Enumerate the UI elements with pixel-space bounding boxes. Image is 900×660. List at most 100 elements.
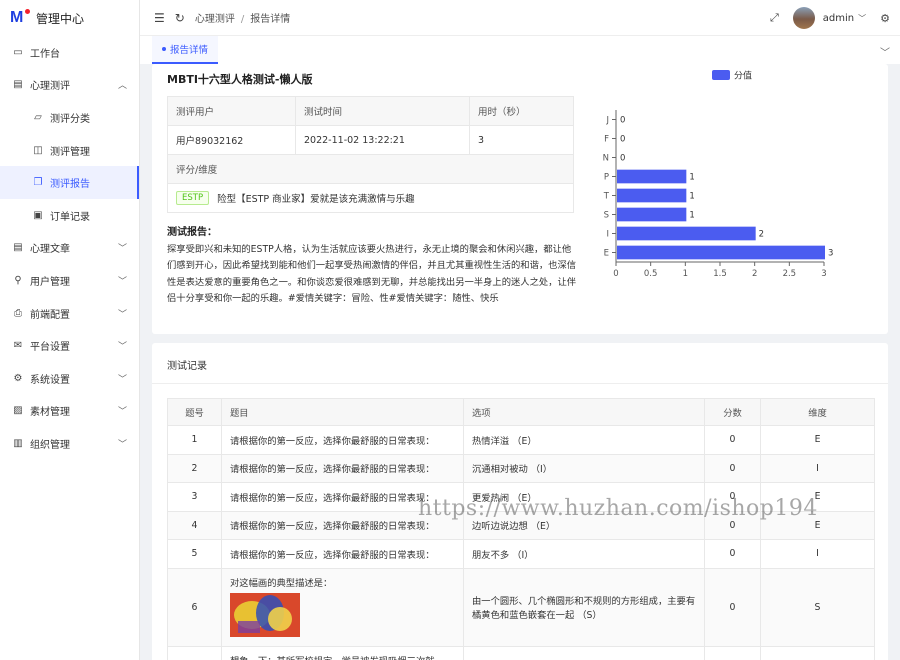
- sidebar-item[interactable]: ⎙ 前端配置 ﹀: [0, 297, 139, 330]
- bar: [617, 226, 756, 241]
- sidebar-item[interactable]: ❐ 测评报告: [0, 166, 139, 199]
- data-label: 1: [689, 211, 694, 221]
- top-bar: ☰ ↻ 心理测评 / 报告详情 ⤢ admin ﹀ ⚙: [140, 0, 900, 36]
- tab-report-detail[interactable]: 报告详情: [152, 36, 219, 64]
- chevron-down-icon: ﹀: [117, 309, 127, 320]
- mail-icon: ✉: [13, 340, 23, 352]
- chevron-down-icon[interactable]: ﹀: [880, 44, 890, 59]
- sidebar: M 管理中心 ▭ 工作台 ▤ 心理测评 ︿ ▱ 测评分类 ◫ 测评管理 ❐ 测评报告 ▣ 订单记录 ▤ 心理…: [0, 0, 140, 660]
- table-cell: 1: [167, 425, 222, 455]
- y-tick-label: S: [604, 211, 609, 221]
- data-label: 0: [620, 135, 625, 145]
- bar: [617, 245, 825, 260]
- sidebar-item-label: 素材管理: [30, 407, 70, 419]
- sidebar-item-label: 订单记录: [50, 211, 90, 223]
- x-tick-label: 0: [613, 269, 618, 279]
- chevron-down-icon[interactable]: ﹀: [858, 13, 866, 24]
- table-row: 想象一下：某所军校规定，学员被发现吸烟三次就: [167, 645, 875, 660]
- x-tick-label: 1: [683, 269, 688, 279]
- order-icon: ▣: [33, 209, 43, 221]
- sidebar-item[interactable]: ▨ 素材管理 ﹀: [0, 395, 139, 428]
- chevron-down-icon: ﹀: [117, 374, 127, 385]
- records-title: 测试记录: [167, 361, 207, 372]
- sidebar-item-label: 前端配置: [30, 309, 70, 321]
- table-cell: 0: [704, 453, 761, 483]
- app-logo[interactable]: M 管理中心: [0, 0, 139, 36]
- question-image: [230, 592, 300, 637]
- legend-swatch: [712, 70, 730, 80]
- sidebar-item[interactable]: ▤ 心理文章 ﹀: [0, 232, 139, 265]
- col-header: 题目: [221, 398, 464, 426]
- logo-icon: M: [10, 9, 30, 27]
- building-icon: ▥: [13, 437, 23, 449]
- report-text: 探享受即兴和未知的ESTP人格，认为生活就应该要火热进行，永无止境的聚会和休闲兴…: [167, 244, 577, 304]
- x-tick-label: 1.5: [713, 269, 727, 279]
- table-cell: [463, 645, 705, 660]
- sidebar-item[interactable]: ▤ 心理测评 ︿: [0, 69, 139, 102]
- breadcrumb-item[interactable]: 心理测评: [195, 14, 235, 25]
- sidebar-item[interactable]: ▥ 组织管理 ﹀: [0, 427, 139, 460]
- table-cell: 5: [167, 539, 222, 569]
- value-duration: 3: [478, 134, 485, 146]
- dimension-text: 险型【ESTP 商业家】爱就是该充满激情与乐趣: [217, 194, 415, 205]
- menu-fold-icon[interactable]: ☰: [154, 11, 165, 25]
- header-user: 测评用户: [168, 97, 296, 125]
- x-tick-label: 2.5: [783, 269, 797, 279]
- report-card: MBTI十六型人格测试-懒人版 测评用户 测试时间 用时（秒） 用户890321…: [152, 64, 888, 334]
- avatar[interactable]: [792, 7, 815, 29]
- chevron-up-icon: ︿: [117, 81, 127, 92]
- report-title: MBTI十六型人格测试-懒人版: [167, 73, 313, 86]
- y-tick-label: J: [605, 116, 609, 126]
- table-cell: 2: [167, 453, 222, 483]
- table-cell: 4: [167, 510, 222, 540]
- sidebar-item[interactable]: ▱ 测评分类: [0, 101, 139, 134]
- data-label: 2: [759, 230, 764, 240]
- chevron-down-icon: ﹀: [117, 244, 127, 255]
- logo-letter: M: [10, 9, 24, 26]
- sidebar-item[interactable]: ✉ 平台设置 ﹀: [0, 329, 139, 362]
- table-cell: 请根据你的第一反应，选择你最舒服的日常表现：: [221, 539, 464, 569]
- x-tick-label: 3: [821, 269, 826, 279]
- article-icon: ▤: [13, 242, 23, 254]
- refresh-icon[interactable]: ↻: [175, 11, 185, 25]
- sidebar-item[interactable]: ▣ 订单记录: [0, 199, 139, 232]
- status-badge: ESTP: [176, 191, 210, 205]
- sidebar-item-label: 测评分类: [50, 113, 90, 125]
- table-cell: [704, 645, 761, 660]
- table-cell: 对这幅画的典型描述是：: [221, 567, 464, 647]
- x-tick-label: 0.5: [644, 269, 658, 279]
- sidebar-item[interactable]: ⚲ 用户管理 ﹀: [0, 264, 139, 297]
- app-title: 管理中心: [36, 11, 85, 26]
- user-name[interactable]: admin: [823, 13, 854, 24]
- bar: [617, 207, 687, 222]
- header-time: 测试时间: [296, 97, 470, 125]
- table-cell: 想象一下：某所军校规定，学员被发现吸烟三次就: [221, 645, 464, 660]
- gear-icon[interactable]: ⚙: [880, 12, 890, 25]
- printer-icon: ⎙: [14, 307, 22, 319]
- table-cell: 请根据你的第一反应，选择你最舒服的日常表现：: [221, 425, 464, 455]
- data-label: 1: [689, 173, 694, 183]
- sidebar-item[interactable]: ⚙ 系统设置 ﹀: [0, 362, 139, 395]
- fullscreen-icon[interactable]: ⤢: [770, 11, 779, 25]
- table-cell: 3: [167, 482, 222, 512]
- calculator-icon: ▤: [13, 79, 23, 91]
- table-cell: I: [760, 453, 875, 483]
- table-cell: S: [760, 567, 875, 647]
- col-header: 题号: [167, 398, 222, 426]
- user-icon: ⚲: [14, 274, 22, 286]
- table-cell: 热情洋溢 （E）: [463, 425, 705, 455]
- sidebar-item-label: 工作台: [30, 48, 60, 60]
- sidebar-item-label: 测评报告: [50, 179, 90, 191]
- table-cell: 朋友不多 （I）: [463, 539, 705, 569]
- breadcrumb-item: 报告详情: [250, 14, 291, 25]
- folder-icon: ▱: [34, 111, 42, 123]
- header-duration: 用时（秒）: [478, 107, 526, 118]
- question-text: 对这幅画的典型描述是：: [230, 577, 333, 589]
- sidebar-item[interactable]: ◫ 测评管理: [0, 134, 139, 167]
- legend-label: 分值: [734, 70, 752, 82]
- tab-label: 报告详情: [170, 45, 209, 56]
- sidebar-menu: ▭ 工作台 ▤ 心理测评 ︿ ▱ 测评分类 ◫ 测评管理 ❐ 测评报告 ▣ 订单记录 ▤ 心理文章 ﹀ ⚲ 用户管…: [0, 36, 139, 460]
- chevron-down-icon: ﹀: [117, 407, 127, 418]
- sidebar-item[interactable]: ▭ 工作台: [0, 36, 139, 69]
- table-cell: E: [760, 425, 875, 455]
